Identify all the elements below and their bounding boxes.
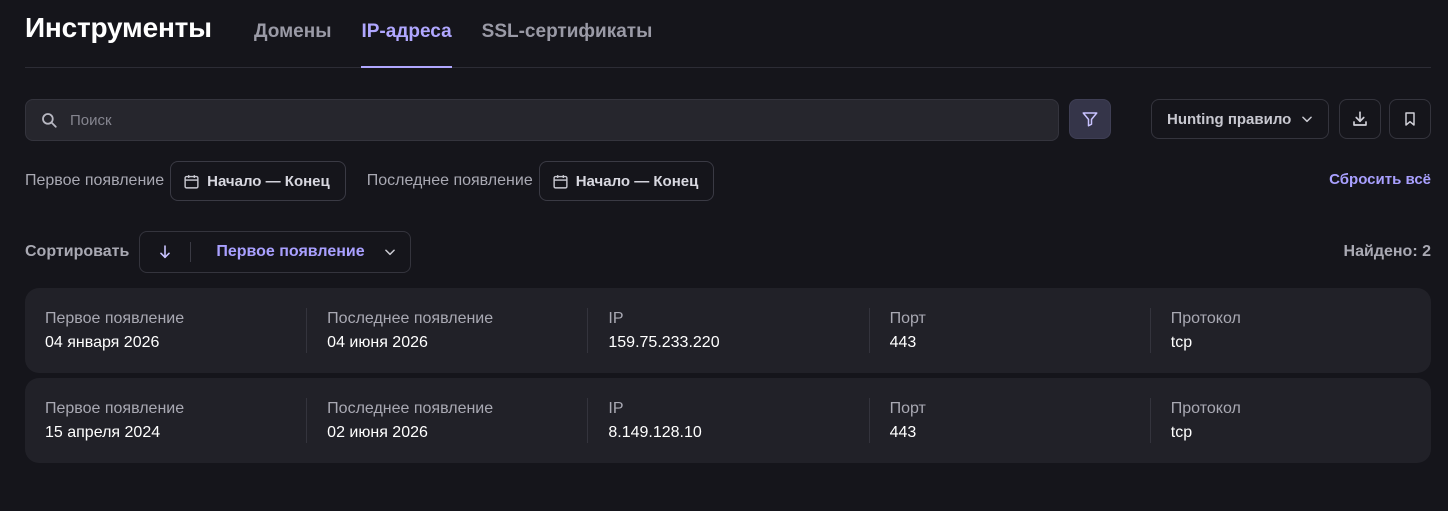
last-seen-range: Начало — Конец [575, 172, 699, 190]
sort-field-dropdown[interactable]: Первое появление [191, 232, 410, 272]
page-header: Инструменты Домены IP-адреса SSL-сертифи… [25, 0, 1431, 68]
last-seen-cell: Последнее появление 02 июня 2026 [306, 398, 587, 443]
found-count: Найдено: 2 [1343, 243, 1431, 260]
search-box[interactable] [25, 99, 1059, 141]
cell-label: IP [608, 309, 624, 327]
search-icon [42, 113, 57, 128]
results-list: Первое появление 04 января 2026 Последне… [25, 288, 1431, 468]
sort-direction-button[interactable] [140, 232, 190, 272]
first-seen-filter-label: Первое появление [25, 172, 165, 189]
download-button[interactable] [1339, 99, 1381, 139]
arrow-down-icon [160, 245, 171, 259]
table-row[interactable]: Первое появление 04 января 2026 Последне… [25, 288, 1431, 373]
protocol-value: tcp [1170, 333, 1193, 351]
tab-domains[interactable]: Домены [254, 0, 331, 67]
calendar-icon [184, 174, 199, 189]
ip-cell: IP 8.149.128.10 [587, 398, 868, 443]
port-value: 443 [889, 423, 917, 441]
ip-value: 159.75.233.220 [608, 333, 720, 351]
bookmark-button[interactable] [1389, 99, 1431, 139]
first-seen-range: Начало — Конец [207, 172, 330, 190]
cell-label: Первое появление [45, 399, 185, 417]
chevron-down-icon [385, 249, 396, 256]
hunting-rule-dropdown[interactable]: Hunting правило [1151, 99, 1329, 139]
sort-bar: Сортировать Первое появление Найдено: 2 [25, 231, 1431, 273]
download-icon [1353, 111, 1367, 126]
port-cell: Порт 443 [868, 398, 1150, 443]
calendar-icon [553, 174, 568, 189]
first-seen-cell: Первое появление 04 января 2026 [45, 308, 306, 353]
last-seen-value: 04 июня 2026 [327, 333, 428, 351]
cell-label: Порт [889, 399, 926, 417]
cell-label: Последнее появление [327, 399, 494, 417]
cell-label: Протокол [1170, 309, 1241, 327]
last-seen-value: 02 июня 2026 [327, 423, 428, 441]
sort-control: Первое появление [139, 231, 412, 273]
protocol-cell: Протокол tcp [1149, 398, 1431, 443]
port-cell: Порт 443 [868, 308, 1150, 353]
cell-label: Последнее появление [327, 309, 494, 327]
hunting-rule-label: Hunting правило [1167, 110, 1292, 128]
table-row[interactable]: Первое появление 15 апреля 2024 Последне… [25, 378, 1431, 463]
tab-ssl-certificates[interactable]: SSL-сертификаты [482, 0, 653, 67]
sort-label: Сортировать [25, 243, 130, 260]
last-seen-date-picker[interactable]: Начало — Конец [538, 161, 715, 201]
page-title: Инструменты [25, 12, 212, 43]
cell-label: Порт [889, 309, 926, 327]
bookmark-icon [1405, 112, 1415, 126]
first-seen-value: 15 апреля 2024 [45, 423, 161, 441]
reset-all-link[interactable]: Сбросить всё [1329, 171, 1431, 188]
search-input[interactable] [68, 110, 972, 130]
last-seen-cell: Последнее появление 04 июня 2026 [306, 308, 587, 353]
first-seen-cell: Первое появление 15 апреля 2024 [45, 398, 306, 443]
port-value: 443 [889, 333, 917, 351]
date-filters: Первое появление Начало — Конец Последне… [25, 161, 1431, 201]
protocol-cell: Протокол tcp [1149, 308, 1431, 353]
last-seen-filter-label: Последнее появление [366, 172, 533, 189]
tab-ip-addresses[interactable]: IP-адреса [361, 0, 452, 68]
filter-button[interactable] [1069, 99, 1111, 139]
filter-icon [1082, 112, 1098, 127]
ip-value: 8.149.128.10 [608, 423, 702, 441]
tools-page: Инструменты Домены IP-адреса SSL-сертифи… [0, 0, 1448, 511]
sort-field-label: Первое появление [216, 243, 365, 260]
protocol-value: tcp [1170, 423, 1193, 441]
cell-label: IP [608, 399, 624, 417]
cell-label: Протокол [1170, 399, 1241, 417]
first-seen-date-picker[interactable]: Начало — Конец [170, 161, 346, 201]
first-seen-value: 04 января 2026 [45, 333, 160, 351]
ip-cell: IP 159.75.233.220 [587, 308, 868, 353]
search-toolbar: Hunting правило [25, 99, 1431, 141]
cell-label: Первое появление [45, 309, 185, 327]
chevron-down-icon [1302, 116, 1313, 123]
tab-bar: Домены IP-адреса SSL-сертификаты [254, 0, 682, 68]
